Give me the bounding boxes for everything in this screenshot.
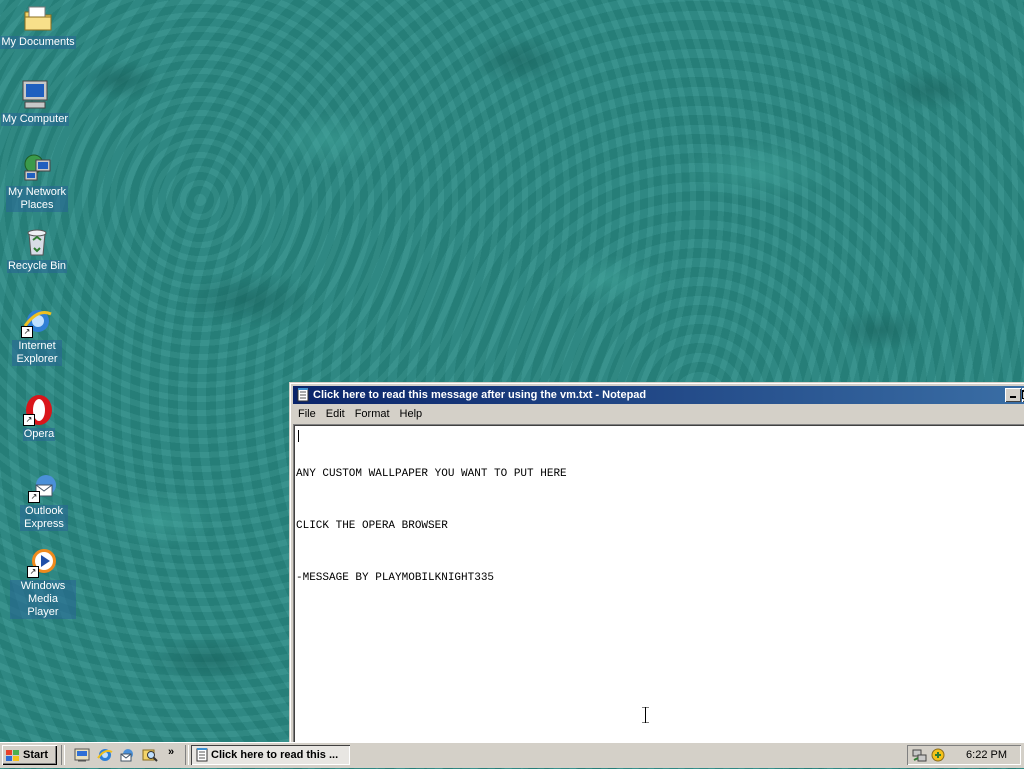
system-tray: 6:22 PM xyxy=(907,745,1021,765)
taskbar-separator xyxy=(61,745,65,765)
desktop-icon-outlook-express[interactable]: ↗ Outlook Express xyxy=(6,471,82,531)
taskbar: Start » Click here to read this ... 6:22… xyxy=(0,742,1024,768)
desktop-icon-opera[interactable]: ↗ Opera xyxy=(1,394,77,441)
notepad-icon xyxy=(195,748,209,762)
text-caret xyxy=(298,430,299,442)
show-desktop-icon[interactable] xyxy=(74,747,90,763)
taskbar-button-notepad[interactable]: Click here to read this ... xyxy=(191,745,350,765)
windows-logo-icon xyxy=(6,749,20,761)
internet-explorer-icon[interactable] xyxy=(97,747,113,763)
taskbar-button-label: Click here to read this ... xyxy=(211,749,339,761)
clock[interactable]: 6:22 PM xyxy=(966,745,1007,765)
desktop-icon-label: My Computer xyxy=(0,113,70,126)
menu-file[interactable]: File xyxy=(293,405,321,423)
shortcut-arrow-icon: ↗ xyxy=(21,326,33,338)
search-icon[interactable] xyxy=(142,747,158,763)
ibeam-cursor-icon xyxy=(602,694,649,724)
desktop-icon-windows-media-player[interactable]: ↗ Windows Media Player xyxy=(5,546,81,619)
desktop-icon-label: Recycle Bin xyxy=(6,260,68,273)
folder-icon xyxy=(22,2,54,34)
desktop-icon-my-computer[interactable]: My Computer xyxy=(0,79,73,126)
outlook-express-icon[interactable] xyxy=(119,747,135,763)
desktop-icon-label: My Network Places xyxy=(6,186,68,212)
menu-format[interactable]: Format xyxy=(350,405,395,423)
shortcut-arrow-icon: ↗ xyxy=(27,566,39,578)
title-bar[interactable]: Click here to read this message after us… xyxy=(293,386,1024,404)
start-button[interactable]: Start xyxy=(2,745,57,765)
desktop-icon-my-network-places[interactable]: My Network Places xyxy=(0,152,75,212)
internet-explorer-icon: ↗ xyxy=(21,306,53,338)
minimize-button[interactable] xyxy=(1005,388,1021,402)
menu-edit[interactable]: Edit xyxy=(321,405,350,423)
network-tray-icon[interactable] xyxy=(912,747,928,763)
network-icon xyxy=(21,152,53,184)
windows-media-player-icon: ↗ xyxy=(27,546,59,578)
shortcut-arrow-icon: ↗ xyxy=(23,414,35,426)
desktop-icon-label: Windows Media Player xyxy=(10,580,76,619)
quick-launch-overflow-button[interactable]: » xyxy=(168,746,174,758)
desktop-icon-label: Opera xyxy=(22,428,56,441)
taskbar-separator xyxy=(185,745,189,765)
text-line: CLICK THE OPERA BROWSER xyxy=(296,520,448,532)
text-line: ANY CUSTOM WALLPAPER YOU WANT TO PUT HER… xyxy=(296,468,567,480)
start-label: Start xyxy=(23,749,49,761)
text-line: -MESSAGE BY PLAYMOBILKNIGHT335 xyxy=(296,572,495,584)
recycle-bin-icon xyxy=(21,226,53,258)
menu-bar: File Edit Format Help xyxy=(293,405,1024,423)
outlook-express-icon: ↗ xyxy=(28,471,60,503)
notepad-icon xyxy=(296,388,310,402)
desktop-icon-label: Outlook Express xyxy=(20,505,68,531)
window-title: Click here to read this message after us… xyxy=(313,389,647,401)
minimize-icon xyxy=(1010,396,1016,398)
menu-help[interactable]: Help xyxy=(395,405,428,423)
desktop-icon-label: Internet Explorer xyxy=(12,340,62,366)
update-tray-icon[interactable] xyxy=(930,747,946,763)
desktop-icon-label: My Documents xyxy=(0,36,76,49)
computer-icon xyxy=(19,79,51,111)
desktop-icon-internet-explorer[interactable]: ↗ Internet Explorer xyxy=(0,306,75,366)
shortcut-arrow-icon: ↗ xyxy=(28,491,40,503)
desktop-icon-recycle-bin[interactable]: Recycle Bin xyxy=(0,226,75,273)
text-editor[interactable]: ANY CUSTOM WALLPAPER YOU WANT TO PUT HER… xyxy=(293,424,1024,744)
notepad-window[interactable]: Click here to read this message after us… xyxy=(289,382,1024,747)
desktop-icon-my-documents[interactable]: My Documents xyxy=(0,2,76,49)
opera-icon: ↗ xyxy=(23,394,55,426)
